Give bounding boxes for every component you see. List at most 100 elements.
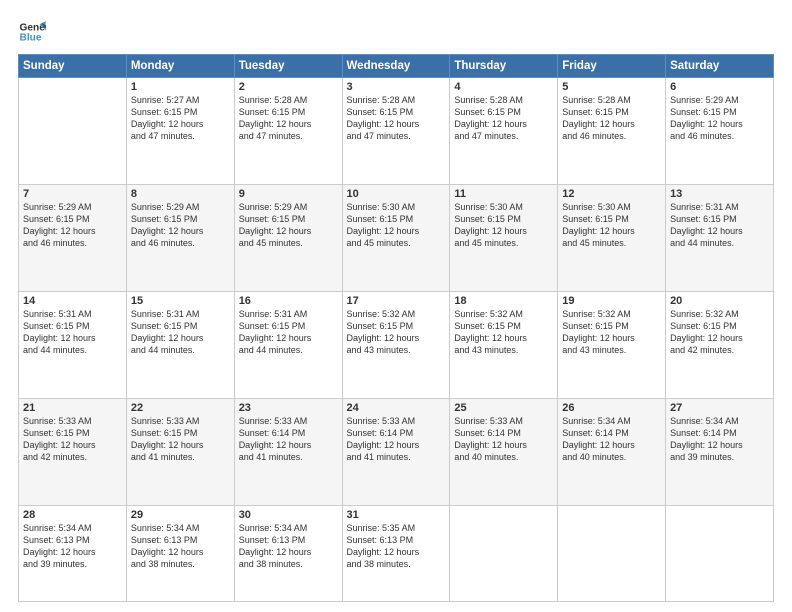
calendar-cell <box>666 505 774 601</box>
day-info: Sunrise: 5:29 AMSunset: 6:15 PMDaylight:… <box>23 201 122 250</box>
calendar-cell: 30Sunrise: 5:34 AMSunset: 6:13 PMDayligh… <box>234 505 342 601</box>
day-info: Sunrise: 5:28 AMSunset: 6:15 PMDaylight:… <box>562 94 661 143</box>
day-number: 9 <box>239 188 338 200</box>
svg-text:Blue: Blue <box>20 33 42 44</box>
calendar-cell: 16Sunrise: 5:31 AMSunset: 6:15 PMDayligh… <box>234 291 342 398</box>
day-number: 23 <box>239 402 338 414</box>
day-number: 1 <box>131 81 230 93</box>
day-number: 18 <box>454 295 553 307</box>
day-number: 5 <box>562 81 661 93</box>
weekday-header-thursday: Thursday <box>450 55 558 78</box>
calendar-table: SundayMondayTuesdayWednesdayThursdayFrid… <box>18 54 774 602</box>
calendar-cell: 19Sunrise: 5:32 AMSunset: 6:15 PMDayligh… <box>558 291 666 398</box>
calendar-cell: 2Sunrise: 5:28 AMSunset: 6:15 PMDaylight… <box>234 78 342 185</box>
day-number: 11 <box>454 188 553 200</box>
calendar-cell <box>558 505 666 601</box>
calendar-cell: 31Sunrise: 5:35 AMSunset: 6:13 PMDayligh… <box>342 505 450 601</box>
weekday-header-monday: Monday <box>126 55 234 78</box>
day-info: Sunrise: 5:33 AMSunset: 6:14 PMDaylight:… <box>347 415 446 464</box>
day-info: Sunrise: 5:31 AMSunset: 6:15 PMDaylight:… <box>239 308 338 357</box>
calendar-cell: 10Sunrise: 5:30 AMSunset: 6:15 PMDayligh… <box>342 184 450 291</box>
day-info: Sunrise: 5:28 AMSunset: 6:15 PMDaylight:… <box>454 94 553 143</box>
calendar-cell: 4Sunrise: 5:28 AMSunset: 6:15 PMDaylight… <box>450 78 558 185</box>
day-info: Sunrise: 5:33 AMSunset: 6:14 PMDaylight:… <box>239 415 338 464</box>
calendar-cell: 14Sunrise: 5:31 AMSunset: 6:15 PMDayligh… <box>19 291 127 398</box>
day-info: Sunrise: 5:33 AMSunset: 6:15 PMDaylight:… <box>23 415 122 464</box>
calendar-cell: 17Sunrise: 5:32 AMSunset: 6:15 PMDayligh… <box>342 291 450 398</box>
day-number: 2 <box>239 81 338 93</box>
day-number: 21 <box>23 402 122 414</box>
calendar-cell: 26Sunrise: 5:34 AMSunset: 6:14 PMDayligh… <box>558 398 666 505</box>
day-number: 17 <box>347 295 446 307</box>
day-number: 6 <box>670 81 769 93</box>
day-info: Sunrise: 5:31 AMSunset: 6:15 PMDaylight:… <box>131 308 230 357</box>
day-info: Sunrise: 5:32 AMSunset: 6:15 PMDaylight:… <box>347 308 446 357</box>
calendar-cell: 25Sunrise: 5:33 AMSunset: 6:14 PMDayligh… <box>450 398 558 505</box>
day-info: Sunrise: 5:29 AMSunset: 6:15 PMDaylight:… <box>131 201 230 250</box>
day-number: 10 <box>347 188 446 200</box>
calendar-cell: 29Sunrise: 5:34 AMSunset: 6:13 PMDayligh… <box>126 505 234 601</box>
calendar-cell: 18Sunrise: 5:32 AMSunset: 6:15 PMDayligh… <box>450 291 558 398</box>
day-number: 7 <box>23 188 122 200</box>
calendar-cell: 15Sunrise: 5:31 AMSunset: 6:15 PMDayligh… <box>126 291 234 398</box>
calendar-cell: 12Sunrise: 5:30 AMSunset: 6:15 PMDayligh… <box>558 184 666 291</box>
day-number: 31 <box>347 509 446 521</box>
day-number: 25 <box>454 402 553 414</box>
calendar-cell: 1Sunrise: 5:27 AMSunset: 6:15 PMDaylight… <box>126 78 234 185</box>
day-info: Sunrise: 5:34 AMSunset: 6:13 PMDaylight:… <box>23 522 122 571</box>
day-info: Sunrise: 5:30 AMSunset: 6:15 PMDaylight:… <box>562 201 661 250</box>
day-number: 28 <box>23 509 122 521</box>
calendar-cell: 23Sunrise: 5:33 AMSunset: 6:14 PMDayligh… <box>234 398 342 505</box>
day-number: 12 <box>562 188 661 200</box>
day-number: 13 <box>670 188 769 200</box>
day-info: Sunrise: 5:30 AMSunset: 6:15 PMDaylight:… <box>347 201 446 250</box>
calendar-cell: 7Sunrise: 5:29 AMSunset: 6:15 PMDaylight… <box>19 184 127 291</box>
calendar-cell <box>19 78 127 185</box>
day-info: Sunrise: 5:34 AMSunset: 6:14 PMDaylight:… <box>562 415 661 464</box>
day-info: Sunrise: 5:33 AMSunset: 6:15 PMDaylight:… <box>131 415 230 464</box>
weekday-header-sunday: Sunday <box>19 55 127 78</box>
day-info: Sunrise: 5:32 AMSunset: 6:15 PMDaylight:… <box>454 308 553 357</box>
day-number: 14 <box>23 295 122 307</box>
day-info: Sunrise: 5:29 AMSunset: 6:15 PMDaylight:… <box>670 94 769 143</box>
calendar-cell <box>450 505 558 601</box>
day-info: Sunrise: 5:28 AMSunset: 6:15 PMDaylight:… <box>239 94 338 143</box>
calendar-cell: 8Sunrise: 5:29 AMSunset: 6:15 PMDaylight… <box>126 184 234 291</box>
day-number: 29 <box>131 509 230 521</box>
day-number: 8 <box>131 188 230 200</box>
day-info: Sunrise: 5:31 AMSunset: 6:15 PMDaylight:… <box>670 201 769 250</box>
day-number: 24 <box>347 402 446 414</box>
calendar-cell: 9Sunrise: 5:29 AMSunset: 6:15 PMDaylight… <box>234 184 342 291</box>
day-info: Sunrise: 5:32 AMSunset: 6:15 PMDaylight:… <box>562 308 661 357</box>
day-info: Sunrise: 5:35 AMSunset: 6:13 PMDaylight:… <box>347 522 446 571</box>
weekday-header-tuesday: Tuesday <box>234 55 342 78</box>
day-info: Sunrise: 5:31 AMSunset: 6:15 PMDaylight:… <box>23 308 122 357</box>
day-info: Sunrise: 5:34 AMSunset: 6:14 PMDaylight:… <box>670 415 769 464</box>
day-number: 19 <box>562 295 661 307</box>
calendar-cell: 6Sunrise: 5:29 AMSunset: 6:15 PMDaylight… <box>666 78 774 185</box>
calendar-cell: 28Sunrise: 5:34 AMSunset: 6:13 PMDayligh… <box>19 505 127 601</box>
day-info: Sunrise: 5:32 AMSunset: 6:15 PMDaylight:… <box>670 308 769 357</box>
calendar-cell: 3Sunrise: 5:28 AMSunset: 6:15 PMDaylight… <box>342 78 450 185</box>
calendar-cell: 20Sunrise: 5:32 AMSunset: 6:15 PMDayligh… <box>666 291 774 398</box>
day-info: Sunrise: 5:34 AMSunset: 6:13 PMDaylight:… <box>239 522 338 571</box>
day-info: Sunrise: 5:27 AMSunset: 6:15 PMDaylight:… <box>131 94 230 143</box>
weekday-header-saturday: Saturday <box>666 55 774 78</box>
calendar-cell: 22Sunrise: 5:33 AMSunset: 6:15 PMDayligh… <box>126 398 234 505</box>
day-number: 15 <box>131 295 230 307</box>
calendar-cell: 24Sunrise: 5:33 AMSunset: 6:14 PMDayligh… <box>342 398 450 505</box>
calendar-cell: 21Sunrise: 5:33 AMSunset: 6:15 PMDayligh… <box>19 398 127 505</box>
logo-icon: General Blue <box>18 18 46 46</box>
day-number: 22 <box>131 402 230 414</box>
day-number: 4 <box>454 81 553 93</box>
calendar-cell: 27Sunrise: 5:34 AMSunset: 6:14 PMDayligh… <box>666 398 774 505</box>
weekday-header-wednesday: Wednesday <box>342 55 450 78</box>
day-info: Sunrise: 5:30 AMSunset: 6:15 PMDaylight:… <box>454 201 553 250</box>
day-info: Sunrise: 5:29 AMSunset: 6:15 PMDaylight:… <box>239 201 338 250</box>
weekday-header-row: SundayMondayTuesdayWednesdayThursdayFrid… <box>19 55 774 78</box>
calendar-cell: 11Sunrise: 5:30 AMSunset: 6:15 PMDayligh… <box>450 184 558 291</box>
day-number: 3 <box>347 81 446 93</box>
day-number: 16 <box>239 295 338 307</box>
day-number: 27 <box>670 402 769 414</box>
day-number: 20 <box>670 295 769 307</box>
